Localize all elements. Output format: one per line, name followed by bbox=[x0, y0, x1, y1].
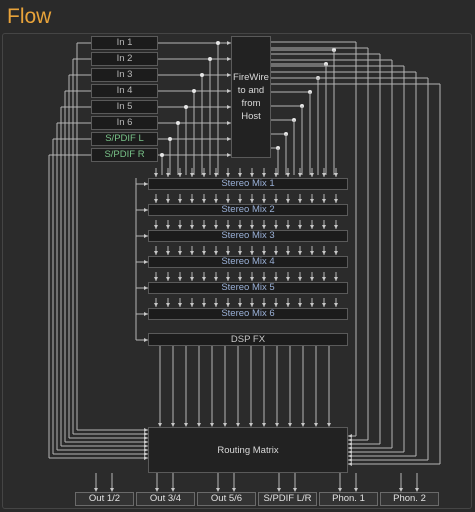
firewire-label-2: to and bbox=[237, 85, 265, 96]
input-in-1: In 1 bbox=[91, 36, 158, 50]
firewire-label-1: FireWire bbox=[233, 72, 269, 83]
output-spdif-lr: S/PDIF L/R bbox=[258, 492, 317, 506]
input-in-4: In 4 bbox=[91, 84, 158, 98]
input-in-3: In 3 bbox=[91, 68, 158, 82]
stereo-mix-2: Stereo Mix 2 bbox=[148, 204, 348, 216]
firewire-label-3: from bbox=[241, 98, 261, 109]
input-in-2: In 2 bbox=[91, 52, 158, 66]
output-phones-2: Phon. 2 bbox=[380, 492, 439, 506]
stereo-mix-5: Stereo Mix 5 bbox=[148, 282, 348, 294]
routing-matrix-block: Routing Matrix bbox=[148, 427, 348, 473]
stereo-mix-6: Stereo Mix 6 bbox=[148, 308, 348, 320]
stereo-mix-4: Stereo Mix 4 bbox=[148, 256, 348, 268]
input-in-6: In 6 bbox=[91, 116, 158, 130]
output-out-5-6: Out 5/6 bbox=[197, 492, 256, 506]
stereo-mix-1: Stereo Mix 1 bbox=[148, 178, 348, 190]
dsp-fx-block: DSP FX bbox=[148, 333, 348, 346]
firewire-host-block: FireWire to and from Host bbox=[231, 36, 271, 158]
output-phones-1: Phon. 1 bbox=[319, 492, 378, 506]
output-out-3-4: Out 3/4 bbox=[136, 492, 195, 506]
input-in-5: In 5 bbox=[91, 100, 158, 114]
output-out-1-2: Out 1/2 bbox=[75, 492, 134, 506]
input-spdif-r: S/PDIF R bbox=[91, 148, 158, 162]
stereo-mix-3: Stereo Mix 3 bbox=[148, 230, 348, 242]
firewire-label-4: Host bbox=[241, 111, 261, 122]
input-spdif-l: S/PDIF L bbox=[91, 132, 158, 146]
